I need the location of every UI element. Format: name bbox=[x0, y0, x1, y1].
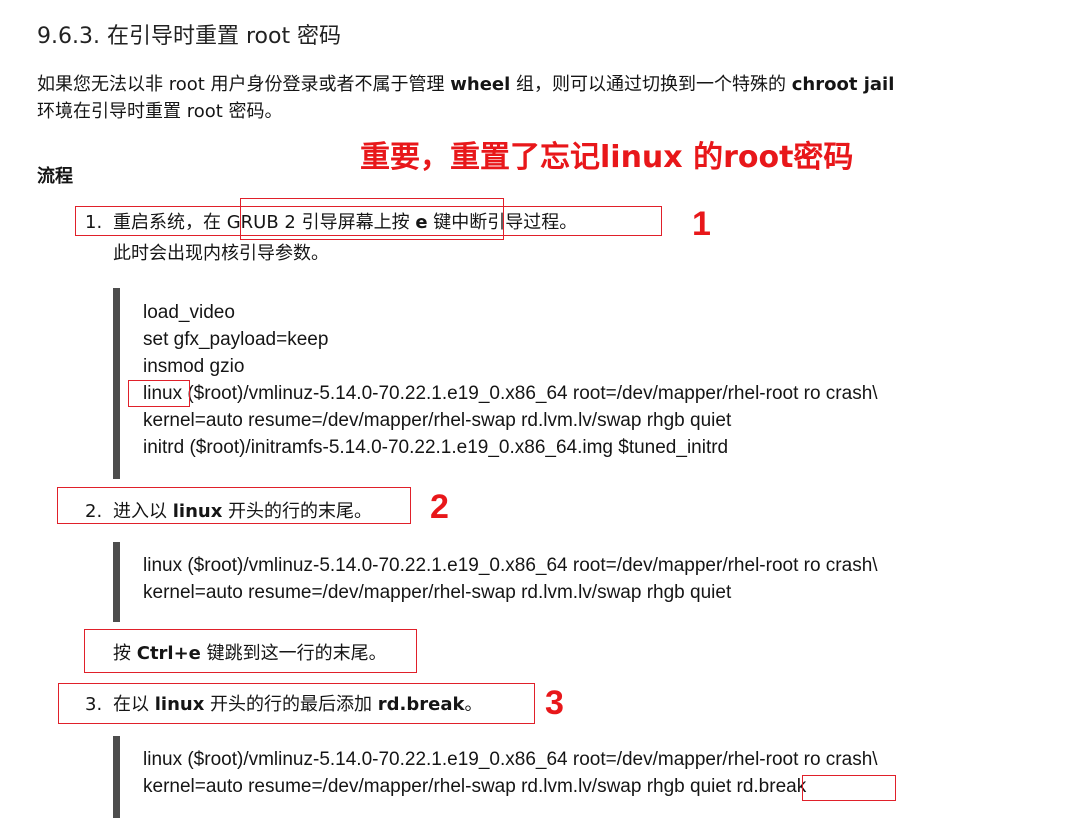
step-marker-2: 2 bbox=[430, 488, 449, 526]
step-1-subtext: 此时会出现内核引导参数。 bbox=[113, 243, 329, 264]
step-marker-1: 1 bbox=[692, 205, 711, 243]
code-line: load_video bbox=[143, 302, 235, 323]
intro-bold-chroot: chroot jail bbox=[791, 74, 895, 95]
intro-text: 如果您无法以非 root 用户身份登录或者不属于管理 bbox=[37, 74, 451, 95]
code-line: kernel=auto resume=/dev/mapper/rhel-swap… bbox=[143, 776, 807, 797]
step-marker-3: 3 bbox=[545, 684, 564, 722]
red-annotation: 重要，重置了忘记linux 的root密码 bbox=[360, 140, 854, 175]
code-line: insmod gzio bbox=[143, 356, 245, 377]
procedure-title: 流程 bbox=[37, 166, 73, 187]
code-line: initrd ($root)/initramfs-5.14.0-70.22.1.… bbox=[143, 437, 729, 458]
code-block-2: linux ($root)/vmlinuz-5.14.0-70.22.1.e19… bbox=[113, 542, 878, 622]
highlight-box bbox=[128, 380, 190, 407]
code-block-1: load_video set gfx_payload=keep insmod g… bbox=[113, 288, 878, 479]
code-line: linux ($root)/vmlinuz-5.14.0-70.22.1.e19… bbox=[143, 555, 878, 576]
highlight-box bbox=[58, 683, 535, 724]
intro-bold-wheel: wheel bbox=[450, 74, 511, 95]
highlight-box bbox=[84, 629, 417, 673]
code-line: linux ($root)/vmlinuz-5.14.0-70.22.1.e19… bbox=[143, 383, 878, 404]
code-block-3: linux ($root)/vmlinuz-5.14.0-70.22.1.e19… bbox=[113, 736, 878, 818]
code-line: set gfx_payload=keep bbox=[143, 329, 329, 350]
highlight-box bbox=[240, 198, 504, 240]
highlight-box bbox=[802, 775, 896, 801]
section-heading: 9.6.3. 在引导时重置 root 密码 bbox=[37, 24, 342, 49]
intro-paragraph-line-1: 如果您无法以非 root 用户身份登录或者不属于管理 wheel 组，则可以通过… bbox=[37, 70, 894, 96]
code-line: kernel=auto resume=/dev/mapper/rhel-swap… bbox=[143, 582, 732, 603]
code-line: linux ($root)/vmlinuz-5.14.0-70.22.1.e19… bbox=[143, 749, 878, 770]
intro-text: 组，则可以通过切换到一个特殊的 bbox=[510, 74, 792, 95]
code-line: kernel=auto resume=/dev/mapper/rhel-swap… bbox=[143, 410, 732, 431]
highlight-box bbox=[57, 487, 411, 524]
intro-paragraph-line-2: 环境在引导时重置 root 密码。 bbox=[37, 101, 283, 122]
